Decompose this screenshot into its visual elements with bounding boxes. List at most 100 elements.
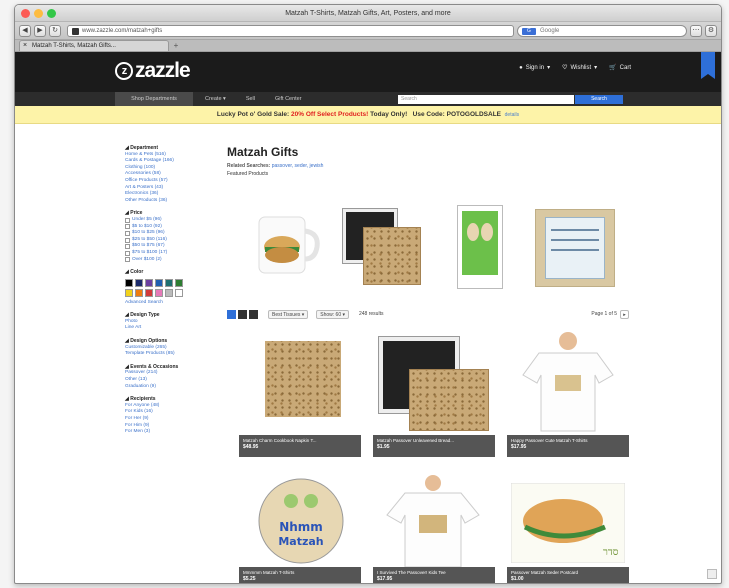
filter-heading: ◢ Design Options xyxy=(125,338,168,345)
reload-button[interactable]: ↻ xyxy=(49,24,61,37)
url-bar[interactable]: www.zazzle.com/matzah+gifts xyxy=(67,24,514,37)
site-favicon-icon xyxy=(72,27,79,35)
settings-icon[interactable]: ⚙ xyxy=(705,24,717,37)
sort-dropdown[interactable]: Best Tissues ▾ xyxy=(268,309,309,319)
color-swatch[interactable] xyxy=(165,288,173,297)
filter-link[interactable]: For Kids (16) xyxy=(125,409,205,416)
color-swatch[interactable] xyxy=(145,288,153,297)
product-image xyxy=(386,475,480,567)
price-filter-checkbox[interactable]: Under $5 (96) xyxy=(125,217,205,224)
next-page-button[interactable]: ▸ xyxy=(620,309,629,319)
close-window-button[interactable] xyxy=(21,9,30,18)
filter-link[interactable]: Other Products (36) xyxy=(125,198,205,205)
color-swatch[interactable] xyxy=(145,278,153,287)
filter-link[interactable]: Template Products (85) xyxy=(125,351,205,358)
filter-heading: ◢ Color xyxy=(125,269,144,276)
logo-mark: z xyxy=(115,62,133,80)
scroll-corner-icon[interactable] xyxy=(707,569,717,579)
promo-details-link[interactable]: details xyxy=(505,112,519,118)
title-bar: Matzah T-Shirts, Matzah Gifts, Art, Post… xyxy=(15,5,721,22)
heart-icon: ♡ xyxy=(562,65,568,71)
nav-shop-departments[interactable]: Shop Departments xyxy=(115,92,193,106)
page-title: Matzah Gifts xyxy=(227,145,299,159)
promo-code: Use Code: POTOGOLDSALE xyxy=(412,111,502,118)
nav-gift-center[interactable]: Gift Center xyxy=(267,92,310,106)
bookmark-menu-icon[interactable]: ⋯ xyxy=(690,24,702,37)
filter-heading: ◢ Recipients xyxy=(125,396,156,403)
checkbox-icon[interactable] xyxy=(125,250,130,256)
filter-link[interactable]: Other (13) xyxy=(125,377,205,384)
color-advanced-link[interactable]: Advanced Search xyxy=(125,300,205,307)
wishlist-link[interactable]: ♡ Wishlist ▾ xyxy=(562,64,597,72)
product-card[interactable]: I Survived The Passover! Kids Tee $17.95 xyxy=(373,475,495,583)
color-swatch[interactable] xyxy=(135,288,143,297)
site-search-input[interactable]: Search xyxy=(398,95,574,104)
svg-text:Matzah: Matzah xyxy=(278,535,323,548)
zoom-window-button[interactable] xyxy=(47,9,56,18)
zazzle-logo[interactable]: z zazzle xyxy=(115,59,191,83)
price-filter-checkbox[interactable]: Over $100 (2) xyxy=(125,257,205,264)
related-label: Related Searches: xyxy=(227,163,271,169)
product-card[interactable]: Matzah Passover Unleavened Bread... $1.95 xyxy=(373,331,495,457)
filter-link[interactable]: Cards & Postage (166) xyxy=(125,158,205,165)
filter-label: $75 to $100 (17) xyxy=(132,249,168,255)
product-card[interactable]: Matzah Charm Cookbook Napkin T... $48.95 xyxy=(239,331,361,457)
checkbox-icon[interactable] xyxy=(125,244,130,250)
featured-matzah-tile[interactable] xyxy=(339,205,423,285)
header-links: ● Sign in ▾ ♡ Wishlist ▾ 🛒 Cart xyxy=(519,64,631,72)
browser-tab[interactable]: × Matzah T-Shirts, Matzah Gifts... xyxy=(19,40,169,51)
price-filter-checkbox[interactable]: $50 to $75 (67) xyxy=(125,243,205,250)
color-swatch[interactable] xyxy=(125,288,133,297)
checkbox-icon[interactable] xyxy=(125,237,130,243)
color-swatch[interactable] xyxy=(165,278,173,287)
color-swatch[interactable] xyxy=(175,288,183,297)
checkbox-icon[interactable] xyxy=(125,224,130,230)
minimize-window-button[interactable] xyxy=(34,9,43,18)
product-card[interactable]: Nhmm Matzah Mmmmm Matzah T-Shirts $5.25 xyxy=(239,475,361,583)
featured-mug[interactable] xyxy=(249,205,321,285)
price-filter-checkbox[interactable]: $75 to $100 (17) xyxy=(125,250,205,257)
filter-link[interactable]: For Her (9) xyxy=(125,416,205,423)
color-swatch[interactable] xyxy=(175,278,183,287)
promo-banner: Lucky Pot o' Gold Sale: 20% Off Select P… xyxy=(15,106,721,124)
filter-link[interactable]: Line Art xyxy=(125,325,205,332)
bookmark-ribbon-icon[interactable] xyxy=(701,52,715,79)
list-view-button[interactable] xyxy=(249,309,258,319)
new-tab-button[interactable]: + xyxy=(169,41,183,51)
show-dropdown[interactable]: Show: 60 ▾ xyxy=(316,309,349,319)
checkbox-icon[interactable] xyxy=(125,257,130,263)
featured-matzah-box[interactable] xyxy=(453,205,513,289)
grid-view-button[interactable] xyxy=(238,309,247,319)
browser-search-field[interactable]: G Google xyxy=(517,24,687,37)
color-swatch[interactable] xyxy=(155,288,163,297)
related-links[interactable]: passover, seder, jewish xyxy=(272,163,324,169)
checkbox-icon[interactable] xyxy=(125,217,130,223)
nav-create[interactable]: Create ▾ xyxy=(197,92,234,106)
featured-invitation[interactable] xyxy=(533,205,617,287)
color-swatch[interactable] xyxy=(135,278,143,287)
close-tab-icon[interactable]: × xyxy=(23,41,27,51)
page-label: Page 1 of 5 xyxy=(591,311,617,317)
sign-in-link[interactable]: ● Sign in ▾ xyxy=(519,64,550,72)
filter-link[interactable]: Office Products (57) xyxy=(125,178,205,185)
price-filter-checkbox[interactable]: $10 to $25 (96) xyxy=(125,230,205,237)
back-button[interactable]: ◀ xyxy=(19,24,31,37)
color-swatch[interactable] xyxy=(155,278,163,287)
filter-link[interactable]: Graduation (9) xyxy=(125,384,205,391)
filter-link[interactable]: Electronics (36) xyxy=(125,191,205,198)
product-card[interactable]: Happy Passover Cute Matzah T-Shirts $17.9… xyxy=(507,331,629,457)
forward-button[interactable]: ▶ xyxy=(34,24,46,37)
site-search-button[interactable]: Search xyxy=(575,95,623,104)
grid-large-view-button[interactable] xyxy=(227,309,236,319)
site-header: z zazzle ● Sign in ▾ ♡ Wishlist ▾ 🛒 Cart xyxy=(15,52,721,92)
browser-toolbar: ◀ ▶ ↻ www.zazzle.com/matzah+gifts G Goog… xyxy=(15,22,721,40)
filter-link[interactable]: Accessories (58) xyxy=(125,171,205,178)
color-swatch[interactable] xyxy=(125,278,133,287)
logo-text: zazzle xyxy=(135,59,191,82)
product-card[interactable]: סדר Passover Matzah Seder Postcard $1.00 xyxy=(507,475,629,583)
checkbox-icon[interactable] xyxy=(125,230,130,236)
promo-suffix: Today Only! xyxy=(370,111,408,118)
nav-sell[interactable]: Sell xyxy=(238,92,263,106)
cart-link[interactable]: 🛒 Cart xyxy=(609,64,631,72)
filter-link[interactable]: For Men (3) xyxy=(125,429,205,436)
